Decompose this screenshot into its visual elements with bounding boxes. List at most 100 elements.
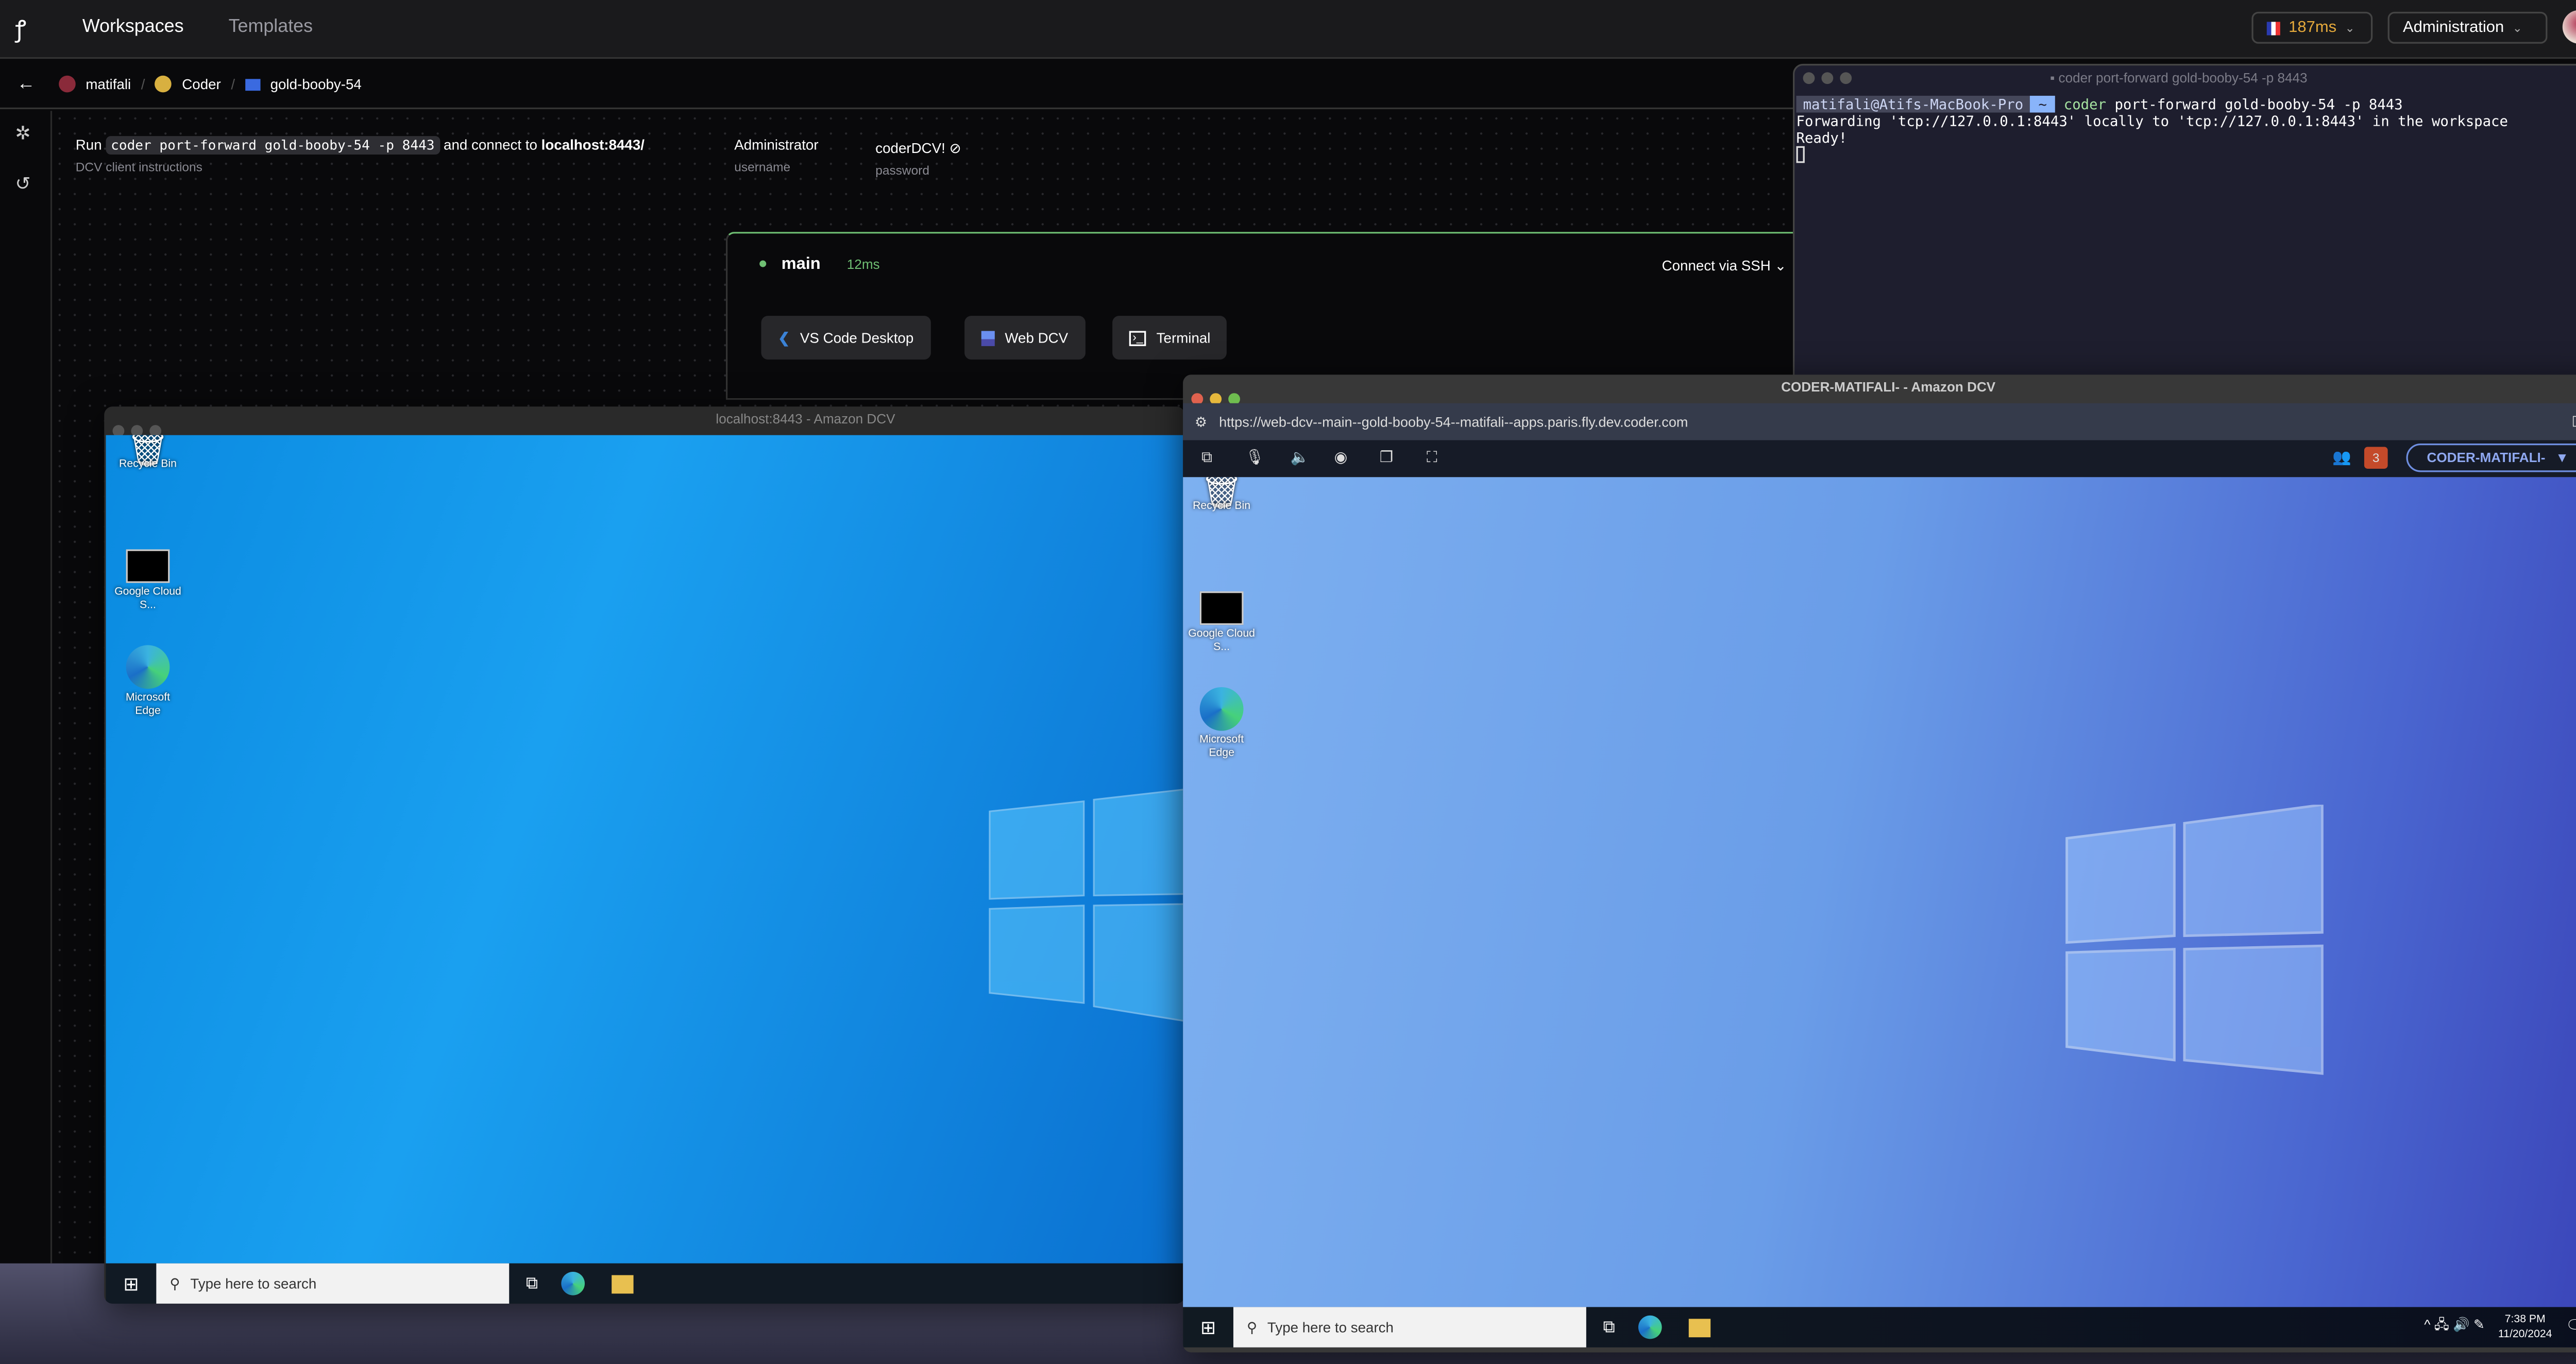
user-avatar[interactable] (2562, 10, 2576, 44)
clock-time: 7:38 PM (2504, 1314, 2546, 1326)
cmd-args: port-forward gold-booby-54 -p 8443 (2106, 95, 2403, 113)
chevron-down-icon: ⌄ (2345, 23, 2355, 35)
nav-workspaces[interactable]: Workspaces (82, 17, 184, 37)
system-tray: ^ 🖧 🔊 ✎ (2424, 1316, 2485, 1339)
connect-via-ssh-button[interactable]: Connect via SSH ⌄ (1662, 257, 1787, 276)
task-view-icon[interactable]: ⧉ (526, 1274, 538, 1293)
speaker-icon[interactable]: 🔈 (1291, 449, 1310, 467)
eye-slash-icon[interactable]: ⊘ (950, 140, 961, 157)
terminal-prompt-line: matifali@Atifs-MacBook-Pro ~ coder port-f… (1794, 95, 2576, 113)
edge-taskbar-icon[interactable] (561, 1271, 585, 1295)
history-icon[interactable]: ↺ (15, 173, 30, 195)
dcv-client-window: localhost:8443 - Amazon DCV 🗑 Recycle Bin… (104, 406, 1185, 1304)
dcv-caption: DCV client instructions (75, 159, 202, 175)
dcv-username[interactable]: Administrator (734, 136, 818, 153)
taskbar-search[interactable]: ⚲ Type here to search (1233, 1307, 1586, 1348)
breadcrumb-template[interactable]: Coder (182, 76, 221, 93)
connect-text: and connect to (444, 136, 537, 153)
back-arrow-icon[interactable]: ← (17, 74, 36, 94)
webcam-icon[interactable]: ◉ (1334, 449, 1348, 467)
title-text: coder port-forward gold-booby-54 -p 8443 (2058, 70, 2308, 86)
run-text: Run (75, 136, 102, 153)
app-label: Terminal (1156, 329, 1211, 346)
latency-dropdown[interactable]: 187ms ⌄ (2251, 11, 2373, 44)
dcv-icon (981, 330, 995, 346)
breadcrumb-owner[interactable]: matifali (86, 76, 131, 93)
workspace-icon (245, 78, 261, 90)
url-text: https://web-dcv--main--gold-booby-54--ma… (1219, 413, 1688, 430)
owner-avatar (59, 75, 76, 93)
clipboard-icon[interactable]: ▯ (2571, 412, 2576, 429)
windows-desktop: 🗑 Recycle Bin Google Cloud S... Microsoft… (106, 435, 1185, 1264)
recycle-bin-icon[interactable]: 🗑 Recycle Bin (114, 435, 181, 470)
site-settings-icon[interactable]: ⚙ (1195, 413, 1207, 430)
microsoft-edge-icon[interactable]: Microsoft Edge (114, 645, 181, 717)
resources-icon[interactable]: ✲ (15, 123, 30, 144)
search-icon: ⚲ (1247, 1318, 1258, 1335)
google-cloud-sdk-icon[interactable]: Google Cloud S... (1188, 591, 1255, 654)
task-view-icon[interactable]: ⧉ (1603, 1318, 1615, 1337)
terminal-titlebar: ▪ coder port-forward gold-booby-54 -p 84… (1794, 65, 2576, 92)
file-explorer-icon[interactable] (1689, 1318, 1711, 1337)
terminal-cursor[interactable] (1796, 146, 1805, 163)
taskbar-search[interactable]: ⚲ Type here to search (156, 1263, 510, 1304)
agent-name: main (781, 255, 821, 274)
windows-logo-wallpaper (2065, 805, 2324, 1075)
volume-icon[interactable]: 🔊 (2453, 1317, 2470, 1332)
google-cloud-sdk-icon[interactable]: Google Cloud S... (114, 549, 181, 612)
recycle-bin-icon[interactable]: 🗑 Recycle Bin (1188, 477, 1255, 513)
breadcrumb-workspace[interactable]: gold-booby-54 (270, 76, 362, 93)
notifications-icon[interactable]: 🗨1 (2566, 1317, 2576, 1338)
network-icon[interactable]: 🖧 (2434, 1317, 2449, 1332)
windows-taskbar: ⊞ ⚲ Type here to search ⧉ ^ 🖧 🔊 ✎ 7:38 PM… (1183, 1307, 2576, 1348)
chevron-down-icon: ⌄ (2512, 23, 2522, 35)
windows-desktop: 🗑 Recycle Bin Google Cloud S... Microsoft… (1183, 477, 2576, 1307)
dcv-instructions: Run coder port-forward gold-booby-54 -p … (75, 136, 645, 155)
file-explorer-icon[interactable] (612, 1274, 634, 1293)
fullscreen-icon[interactable]: ⛶ (1427, 449, 1437, 467)
icon-label: Google Cloud S... (1188, 628, 1255, 653)
session-label: CODER-MATIFALI- (2427, 450, 2546, 466)
microsoft-edge-icon[interactable]: Microsoft Edge (1188, 687, 1255, 759)
windows-taskbar: ⊞ ⚲ Type here to search ⧉ (106, 1263, 1185, 1304)
administration-dropdown[interactable]: Administration ⌄ (2387, 11, 2548, 44)
web-dcv-button[interactable]: Web DCV (964, 316, 1085, 360)
app-label: VS Code Desktop (800, 329, 914, 346)
clock-date: 11/20/2024 (2498, 1328, 2552, 1341)
window-title: CODER-MATIFALI- - Amazon DCV (1781, 380, 1996, 395)
taskbar-clock[interactable]: 7:38 PM 11/20/2024 (2498, 1312, 2552, 1342)
microphone-icon[interactable]: 🎙 (1245, 449, 1264, 467)
search-placeholder: Type here to search (1267, 1319, 1394, 1336)
cmd-bin: coder (2063, 95, 2107, 113)
notification-badge[interactable]: 3 (2364, 447, 2388, 469)
administration-label: Administration (2402, 18, 2504, 37)
screen: ꝭ Workspaces Templates 187ms ⌄ Administr… (0, 0, 2576, 1364)
latency-value: 187ms (2289, 18, 2337, 37)
coder-logo-icon[interactable]: ꝭ (15, 13, 26, 45)
windows-start-icon[interactable]: ⊞ (106, 1273, 156, 1294)
vscode-desktop-button[interactable]: ❮ VS Code Desktop (761, 316, 930, 360)
collaborators-icon[interactable]: 👥 (2332, 449, 2351, 467)
window-titlebar: CODER-MATIFALI- - Amazon DCV (1183, 374, 2576, 405)
window-titlebar: localhost:8443 - Amazon DCV (104, 406, 1184, 437)
edge-taskbar-icon[interactable] (1638, 1315, 1663, 1339)
windows-icon[interactable]: ⧉ (1201, 449, 1212, 467)
dcv-password[interactable]: coderDCV! ⊘ (875, 140, 961, 158)
terminal-icon: ›_ (1129, 330, 1147, 346)
nav-templates[interactable]: Templates (229, 17, 313, 37)
web-dcv-window: CODER-MATIFALI- - Amazon DCV ⚙ https://we… (1183, 374, 2576, 1353)
france-flag-icon (2266, 21, 2280, 35)
chevron-up-icon[interactable]: ^ (2424, 1317, 2430, 1332)
pen-icon[interactable]: ✎ (2473, 1317, 2485, 1332)
search-icon: ⚲ (170, 1274, 180, 1291)
agent-status-dot (759, 260, 767, 267)
terminal-button[interactable]: ›_ Terminal (1112, 316, 1228, 360)
multi-monitor-icon[interactable]: ❐ (1380, 449, 1393, 467)
session-menu-button[interactable]: CODER-MATIFALI- ▼ (2406, 444, 2576, 472)
windows-start-icon[interactable]: ⊞ (1183, 1316, 1233, 1338)
url-bar[interactable]: ⚙ https://web-dcv--main--gold-booby-54--m… (1183, 403, 2576, 440)
password-label: password (875, 163, 929, 178)
icon-label: Google Cloud S... (114, 586, 181, 611)
port-forward-command[interactable]: coder port-forward gold-booby-54 -p 8443 (106, 136, 440, 155)
app-label: Web DCV (1005, 329, 1069, 346)
